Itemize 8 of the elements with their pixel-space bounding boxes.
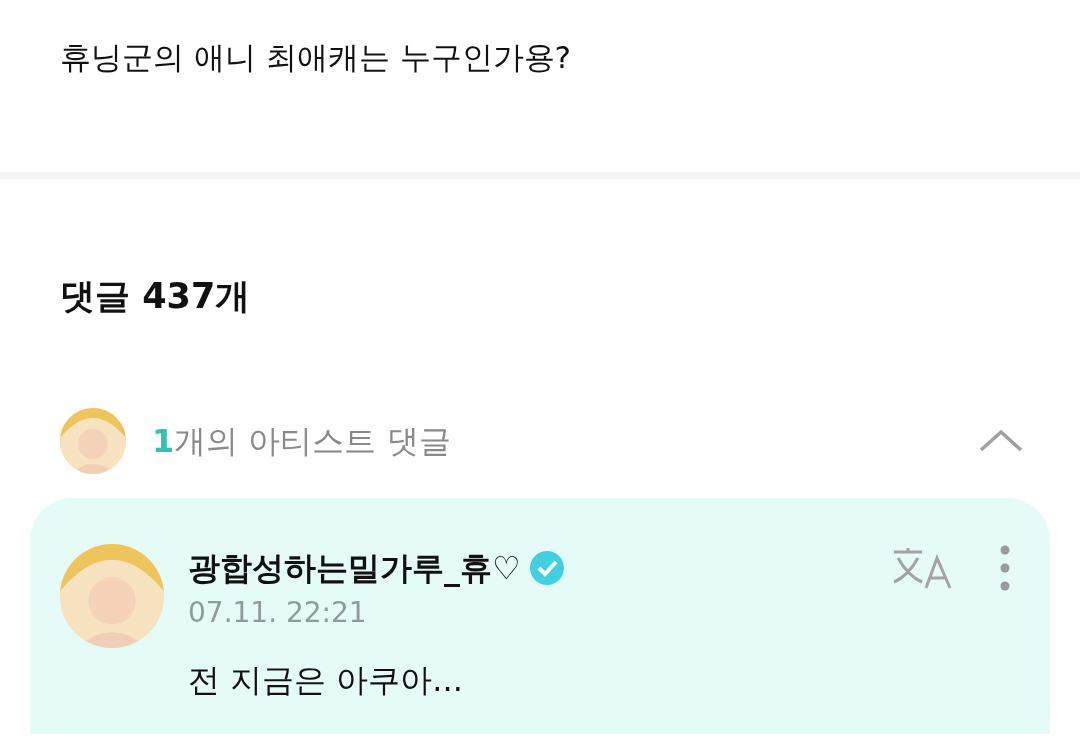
post-text: 휴닝군의 애니 최애캐는 누구인가용? xyxy=(59,38,572,77)
comment-time: 07.11. 22:21 xyxy=(188,595,368,631)
more-icon[interactable] xyxy=(1000,545,1010,591)
chevron-icon[interactable] xyxy=(977,428,1025,454)
author-name[interactable]: 광합성하는밀가루_휴♡ xyxy=(188,544,521,592)
translate-icon[interactable] xyxy=(892,546,952,590)
comments-heading: 댓글 437개 xyxy=(59,275,252,318)
comment-text: 전 지금은 아쿠아... xyxy=(188,660,464,701)
